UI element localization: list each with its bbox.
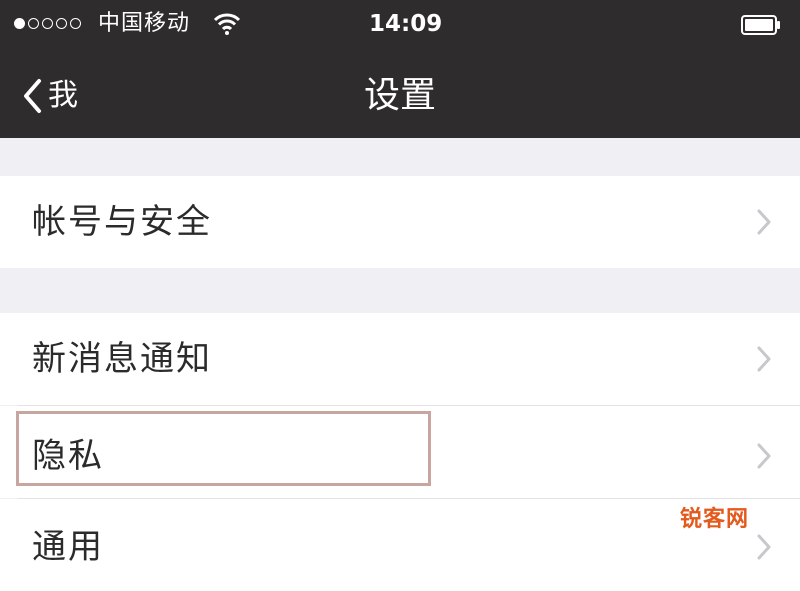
watermark-text: 锐客网 [680, 507, 750, 532]
carrier-name: 中国移动 [98, 11, 191, 36]
chevron-right-icon [757, 209, 771, 235]
signal-dot [56, 18, 67, 29]
signal-dot [28, 18, 39, 29]
signal-strength-icon [14, 18, 81, 29]
status-time: 14:09 [369, 11, 443, 37]
navigation-bar: 我 设置 [0, 50, 800, 138]
settings-item-account-security[interactable]: 帐号与安全 [0, 176, 800, 268]
wifi-icon [213, 12, 241, 36]
page-title: 设置 [363, 75, 436, 116]
settings-item-label: 帐号与安全 [32, 202, 212, 242]
settings-item-label: 隐私 [32, 436, 104, 476]
chevron-right-icon [757, 346, 771, 372]
settings-item-label: 通用 [32, 527, 104, 567]
settings-item-privacy[interactable]: 隐私 [0, 406, 800, 498]
battery-icon [741, 15, 781, 35]
chevron-right-icon [757, 534, 771, 560]
signal-dot [42, 18, 53, 29]
signal-dot [14, 18, 25, 29]
settings-item-new-message-notifications[interactable]: 新消息通知 [0, 313, 800, 405]
status-bar: 中国移动 14:09 [0, 0, 800, 50]
chevron-right-icon [757, 443, 771, 469]
settings-item-label: 新消息通知 [32, 339, 212, 379]
signal-dot [70, 18, 81, 29]
